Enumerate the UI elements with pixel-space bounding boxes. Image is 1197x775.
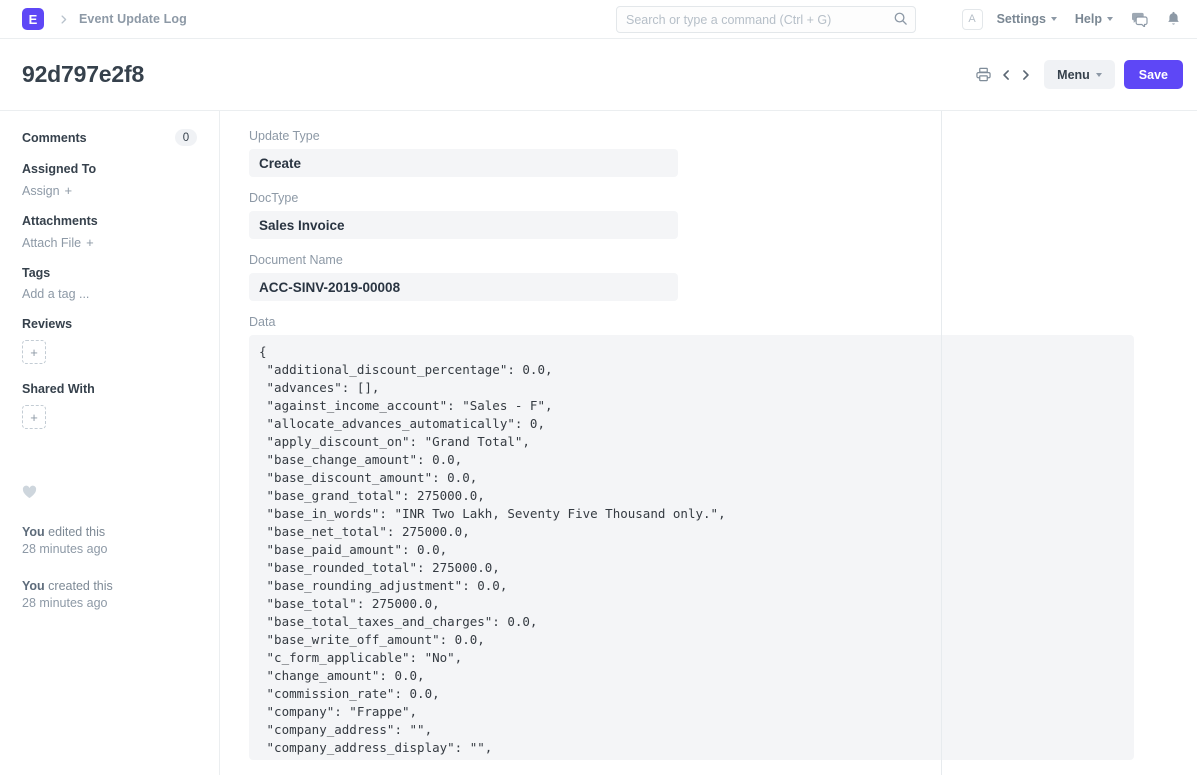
sidebar-section-comments: Comments 0 (22, 129, 197, 146)
avatar[interactable]: A (962, 9, 983, 30)
update-type-label: Update Type (249, 129, 1167, 143)
activity-time: 28 minutes ago (22, 541, 197, 558)
add-tag-label: Add a tag ... (22, 287, 89, 301)
document-name-value[interactable]: ACC-SINV-2019-00008 (249, 273, 678, 301)
activity-actor: You (22, 525, 45, 539)
page-header: 92d797e2f8 Menu Save (0, 39, 1197, 110)
doctype-value[interactable]: Sales Invoice (249, 211, 678, 239)
add-tag-input[interactable]: Add a tag ... (22, 287, 197, 301)
field-doctype: DocType Sales Invoice (249, 191, 1167, 239)
activity-actor: You (22, 579, 45, 593)
chevron-down-icon (1051, 17, 1057, 21)
sidebar-section-tags: Tags Add a tag ... (22, 266, 197, 301)
shared-with-label: Shared With (22, 382, 197, 396)
activity-created: You created this 28 minutes ago (22, 578, 197, 612)
breadcrumb[interactable]: Event Update Log (79, 12, 187, 26)
right-rail-divider (941, 111, 942, 775)
comments-header[interactable]: Comments 0 (22, 129, 197, 146)
assigned-to-label: Assigned To (22, 162, 197, 176)
doctype-label: DocType (249, 191, 1167, 205)
assign-label: Assign (22, 184, 60, 198)
chat-icon[interactable] (1131, 12, 1148, 27)
prev-document-button[interactable] (997, 68, 1016, 82)
plus-icon: + (30, 410, 38, 425)
sidebar-section-attachments: Attachments Attach File + (22, 214, 197, 250)
add-share-button[interactable]: + (22, 405, 46, 429)
attach-file-button[interactable]: Attach File + (22, 235, 197, 250)
data-label: Data (249, 315, 1167, 329)
add-review-button[interactable]: + (22, 340, 46, 364)
save-label: Save (1139, 68, 1168, 82)
printer-icon[interactable] (970, 67, 997, 82)
menu-label: Menu (1057, 68, 1090, 82)
search-input[interactable] (616, 6, 916, 33)
bell-icon[interactable] (1166, 11, 1181, 27)
settings-dropdown[interactable]: Settings (997, 12, 1057, 26)
tags-label: Tags (22, 266, 197, 280)
chevron-down-icon (1096, 73, 1102, 77)
sidebar-section-assigned-to: Assigned To Assign + (22, 162, 197, 198)
navbar-right: A Settings Help (962, 9, 1185, 30)
help-dropdown[interactable]: Help (1075, 12, 1113, 26)
field-document-name: Document Name ACC-SINV-2019-00008 (249, 253, 1167, 301)
chevron-down-icon (1107, 17, 1113, 21)
activity-action: created this (45, 579, 113, 593)
attach-file-label: Attach File (22, 236, 81, 250)
field-update-type: Update Type Create (249, 129, 1167, 177)
reviews-label: Reviews (22, 317, 197, 331)
comments-label: Comments (22, 131, 87, 145)
navbar-search (616, 6, 916, 33)
data-code-block[interactable]: { "additional_discount_percentage": 0.0,… (249, 335, 1134, 760)
help-label: Help (1075, 12, 1102, 26)
document-name-label: Document Name (249, 253, 1167, 267)
plus-icon: + (30, 345, 38, 360)
menu-button[interactable]: Menu (1044, 60, 1115, 89)
activity-time: 28 minutes ago (22, 595, 197, 612)
navbar: E Event Update Log A Settings Help (0, 0, 1197, 39)
sidebar: Comments 0 Assigned To Assign + Attachme… (0, 111, 220, 775)
form-content: Update Type Create DocType Sales Invoice… (220, 111, 1197, 775)
heart-icon[interactable] (22, 485, 37, 503)
update-type-value[interactable]: Create (249, 149, 678, 177)
page-body: Comments 0 Assigned To Assign + Attachme… (0, 110, 1197, 775)
attachments-label: Attachments (22, 214, 197, 228)
assign-button[interactable]: Assign + (22, 183, 197, 198)
sidebar-section-reviews: Reviews + (22, 317, 197, 364)
activity-edited: You edited this 28 minutes ago (22, 524, 197, 558)
app-logo-letter: E (29, 12, 38, 27)
next-document-button[interactable] (1016, 68, 1035, 82)
activity-action: edited this (45, 525, 105, 539)
save-button[interactable]: Save (1124, 60, 1183, 89)
settings-label: Settings (997, 12, 1046, 26)
chevron-right-icon (58, 14, 69, 25)
page-title: 92d797e2f8 (22, 61, 144, 88)
app-logo[interactable]: E (22, 8, 44, 30)
comments-count-badge: 0 (175, 129, 197, 146)
field-data: Data { "additional_discount_percentage":… (249, 315, 1167, 760)
plus-icon: + (86, 235, 94, 250)
avatar-letter: A (968, 13, 975, 25)
sidebar-section-shared-with: Shared With + (22, 382, 197, 429)
page-actions: Menu Save (970, 60, 1183, 89)
plus-icon: + (65, 183, 73, 198)
